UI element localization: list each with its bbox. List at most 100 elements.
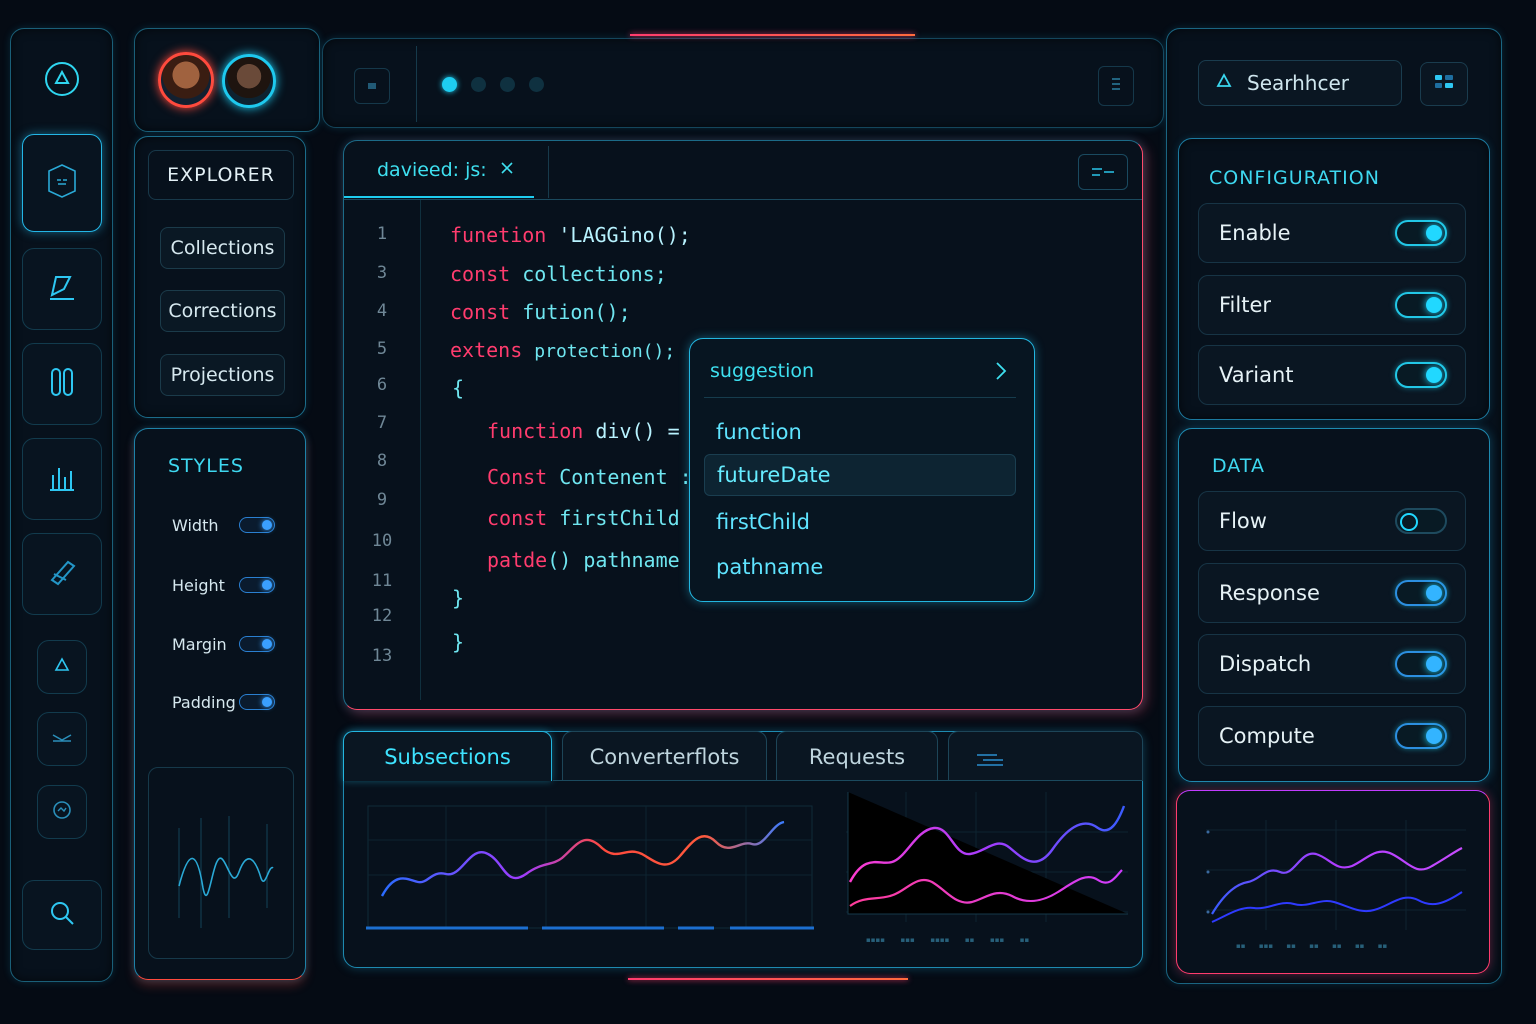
style-row-width[interactable]: Width [160,500,285,550]
code-line[interactable]: { [452,376,464,400]
style-row-padding[interactable]: Padding [160,677,285,727]
tab-bar-line [553,780,1142,781]
compute-toggle[interactable] [1395,723,1447,749]
triangle-icon [44,61,80,101]
search-icon [48,899,76,931]
data-label: Compute [1219,724,1315,748]
config-row-filter[interactable]: Filter [1198,275,1466,335]
rail-history-button[interactable] [37,785,87,839]
variant-toggle[interactable] [1395,362,1447,388]
code-line[interactable]: Const Contenent : [487,465,692,489]
rail-chart-button[interactable] [22,438,102,520]
editor-header-line [344,199,1142,200]
suggestion-item[interactable]: function [704,411,1016,453]
rail-edit-button[interactable] [22,248,102,330]
grid-icon [1433,72,1455,96]
menu-icon [366,77,378,96]
line-number: 13 [371,646,393,666]
style-row-height[interactable]: Height [160,560,285,610]
code-text: div() = [595,419,680,443]
config-row-enable[interactable]: Enable [1198,203,1466,263]
pager-dots[interactable] [442,77,544,92]
pager-dot[interactable] [529,77,544,92]
editor-actions-button[interactable] [1078,154,1128,190]
chevron-right-icon[interactable] [994,360,1008,386]
explorer-item-projections[interactable]: Projections [160,354,285,396]
style-label: Margin [172,634,227,654]
code-line[interactable]: const collections; [450,262,667,286]
flow-toggle[interactable] [1395,508,1447,534]
tab-converterflots[interactable]: Converterflots [562,731,767,781]
code-line[interactable]: extens protection(); [450,338,675,362]
rail-link-button[interactable] [22,343,102,425]
rail-alert-button[interactable] [37,640,87,694]
code-keyword: extens [450,338,535,362]
style-row-margin[interactable]: Margin [160,619,285,669]
rail-shield-button[interactable] [22,134,102,232]
width-toggle[interactable] [239,517,275,533]
suggestion-item[interactable]: pathname [704,546,1016,588]
suggestion-item-selected[interactable]: futureDate [704,454,1016,496]
pager-dot-active[interactable] [442,77,457,92]
code-keyword: patde [487,548,548,572]
filter-toggle[interactable] [1395,292,1447,318]
grid-menu-button[interactable] [1420,62,1468,106]
history-icon [51,799,73,825]
svg-text:▪▪▪▪ ▪▪▪ ▪▪▪▪: ▪▪▪▪ ▪▪▪ ▪▪▪▪ ▪▪ ▪▪▪ ▪▪ [866,936,1030,944]
rail-pen-button[interactable] [22,533,102,615]
pen-icon [44,554,80,594]
search-bar[interactable] [1198,60,1402,106]
line-number: 3 [376,263,388,283]
pager-dot[interactable] [500,77,515,92]
rail-fold-button[interactable] [37,712,87,766]
data-row-compute[interactable]: Compute [1198,706,1466,766]
response-toggle[interactable] [1395,580,1447,606]
editor-tab[interactable]: davieed: js: [344,144,534,198]
code-line[interactable]: const fution(); [450,300,631,324]
tab-requests[interactable]: Requests [776,731,938,781]
code-keyword: Const [487,465,560,489]
code-text: } [452,586,465,610]
tab-more[interactable] [948,731,1143,781]
data-row-response[interactable]: Response [1198,563,1466,623]
line-number: 10 [371,531,393,551]
height-toggle[interactable] [239,577,275,593]
rail-search-button[interactable] [22,880,102,950]
explorer-item-corrections[interactable]: Corrections [160,290,285,332]
data-row-flow[interactable]: Flow [1198,491,1466,551]
code-line[interactable]: } [452,630,464,654]
hamburger-icon [1110,76,1122,96]
margin-toggle[interactable] [239,636,275,652]
suggestion-divider [704,397,1016,398]
config-label: Filter [1219,293,1272,317]
code-line[interactable]: function div() = [487,419,680,443]
toolbar-menu-button[interactable] [354,68,390,104]
toolbar-more-button[interactable] [1098,66,1134,106]
code-line[interactable]: funetion 'LAGGino(); [450,223,691,247]
enable-toggle[interactable] [1395,220,1447,246]
pager-dot[interactable] [471,77,486,92]
code-text: () pathname [547,548,680,572]
code-keyword: const [450,262,523,286]
code-line[interactable]: patde() pathname [487,548,680,572]
rail-home-button[interactable] [22,40,102,122]
avatar[interactable] [222,54,276,108]
close-icon[interactable] [499,160,515,180]
code-line[interactable]: const firstChild [487,506,680,530]
data-label: Response [1219,581,1320,605]
explorer-item-collections[interactable]: Collections [160,227,285,269]
config-row-variant[interactable]: Variant [1198,345,1466,405]
dispatch-toggle[interactable] [1395,651,1447,677]
line-number: 4 [376,301,388,321]
suggestion-item[interactable]: firstChild [704,501,1016,543]
code-text: protection(); [534,341,676,362]
padding-toggle[interactable] [239,694,275,710]
split-icon [1090,163,1116,182]
configuration-title: CONFIGURATION [1209,167,1380,189]
search-input[interactable] [1247,71,1387,95]
tab-subsections[interactable]: Subsections [343,731,552,781]
data-row-dispatch[interactable]: Dispatch [1198,634,1466,694]
chart-icon [44,459,80,499]
avatar[interactable] [158,52,214,108]
code-line[interactable]: } [452,586,464,610]
